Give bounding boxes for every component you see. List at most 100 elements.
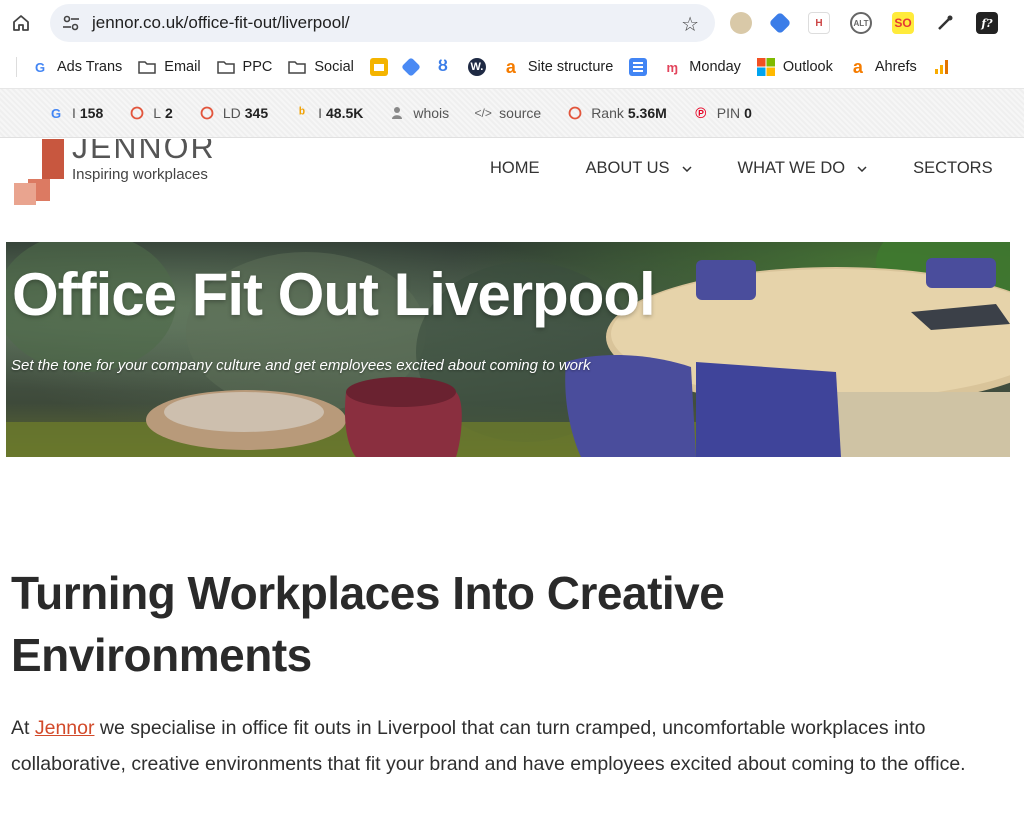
section-heading: Turning Workplaces Into Creative Environ…: [11, 567, 725, 681]
nav-what-we-do[interactable]: WHAT WE DO: [738, 159, 868, 178]
cookie-extension-icon[interactable]: [730, 12, 752, 34]
monday-icon: ɱ: [666, 59, 679, 75]
seo-value: 0: [744, 105, 752, 121]
site-header: JENNOR Inspiring workplaces HOME ABOUT U…: [0, 139, 1024, 241]
bookmark-tag-manager[interactable]: [400, 52, 421, 82]
chevron-down-icon: [857, 164, 867, 174]
logo-wordmark: JENNOR: [72, 139, 216, 165]
htag-extension-icon[interactable]: H: [808, 12, 830, 34]
bookmark-monday[interactable]: ɱ Monday: [663, 52, 741, 82]
seo-label: whois: [413, 105, 450, 121]
extensions-area: H ALT SO f?: [730, 8, 1018, 38]
bookmark-label: Email: [164, 59, 201, 75]
bookmark-ahrefs[interactable]: a Ahrefs: [849, 52, 917, 82]
seo-toolbar: G I 158 L2 LD 345 ᵇ I 48.5K whois </> sourc…: [0, 88, 1024, 138]
seo-value: 158: [79, 105, 104, 121]
nav-label: ABOUT US: [585, 159, 670, 177]
folder-icon: [216, 58, 235, 76]
google-icon: G: [34, 59, 46, 75]
bookmark-folder-ppc[interactable]: PPC: [216, 52, 272, 82]
bookmark-docs[interactable]: [629, 52, 648, 82]
folder-icon: [288, 58, 307, 76]
bookmarks-divider: [16, 57, 17, 77]
tag-extension-icon[interactable]: [768, 11, 792, 35]
para-text: At: [11, 717, 35, 739]
hero-subtitle: Set the tone for your company culture an…: [11, 357, 591, 374]
site-logo[interactable]: JENNOR Inspiring workplaces: [14, 139, 214, 209]
bookmark-label: Site structure: [527, 59, 614, 75]
pinterest-icon: ℗: [695, 104, 707, 122]
url-text[interactable]: jennor.co.uk/office-fit-out/liverpool/: [92, 13, 350, 33]
bookmark-site-structure[interactable]: a Site structure: [502, 52, 613, 82]
tag-manager-icon: [400, 57, 421, 77]
nav-home[interactable]: HOME: [490, 159, 540, 178]
bookmark-folder-email[interactable]: Email: [138, 52, 201, 82]
slides-icon: [369, 58, 388, 76]
home-icon[interactable]: [9, 11, 33, 35]
seo-value: 345: [244, 105, 269, 121]
circle-icon: [567, 105, 583, 121]
seo-whois[interactable]: whois: [389, 105, 449, 121]
hero-banner: Office Fit Out Liverpool Set the tone fo…: [6, 242, 1010, 457]
bookmark-label: Ahrefs: [874, 59, 917, 75]
nav-sectors[interactable]: SECTORS: [913, 159, 992, 178]
code-icon: </>: [474, 106, 492, 120]
color-picker-icon[interactable]: [934, 12, 956, 34]
seo-prefix: LD: [222, 105, 241, 121]
seo-bing[interactable]: ᵇ I 48.5K: [294, 104, 364, 122]
bing-icon: ᵇ: [299, 104, 306, 122]
w-icon: W.: [467, 58, 486, 76]
nav-label: WHAT WE DO: [737, 159, 846, 177]
bookmark-link[interactable]: ȣ: [434, 52, 452, 82]
bookmark-label: Ads Trans: [57, 59, 123, 75]
chevron-down-icon: [682, 164, 692, 174]
intro-paragraph: At Jennor we specialise in office fit ou…: [11, 710, 1011, 782]
seo-rank[interactable]: Rank 5.36M: [567, 105, 667, 121]
jennor-link[interactable]: Jennor: [35, 717, 95, 739]
a-icon: a: [852, 56, 863, 77]
seo-source[interactable]: </> source: [474, 105, 542, 121]
seo-links[interactable]: L2: [129, 105, 173, 121]
seo-value: 5.36M: [627, 105, 667, 121]
seo-prefix: I: [318, 105, 322, 121]
address-bar[interactable]: jennor.co.uk/office-fit-out/liverpool/ ☆: [50, 4, 715, 42]
bookmark-ads-trans[interactable]: G Ads Trans: [31, 52, 122, 82]
bookmark-label: Outlook: [782, 59, 833, 75]
seo-value: 48.5K: [326, 105, 364, 121]
seo-link-domains[interactable]: LD 345: [199, 105, 268, 121]
bookmark-w[interactable]: W.: [467, 52, 486, 82]
bookmark-outlook[interactable]: Outlook: [756, 52, 833, 82]
bookmark-label: Social: [314, 59, 354, 75]
seo-label: source: [499, 105, 542, 121]
site-info-icon[interactable]: [62, 14, 80, 32]
bookmark-label: Monday: [689, 59, 741, 75]
circle-icon: [199, 105, 215, 121]
seo-prefix: L: [153, 105, 162, 121]
seo-extension-icon[interactable]: SO: [892, 12, 914, 34]
microsoft-icon: [756, 58, 775, 76]
browser-address-row: jennor.co.uk/office-fit-out/liverpool/ ☆…: [0, 0, 1024, 46]
bookmark-folder-social[interactable]: Social: [288, 52, 354, 82]
seo-value: 2: [165, 105, 173, 121]
para-text: we specialise in office fit outs in Live…: [11, 717, 966, 775]
logo-tagline: Inspiring workplaces: [72, 166, 208, 183]
seo-prefix: I: [72, 105, 76, 121]
font-extension-icon[interactable]: f?: [976, 12, 998, 34]
seo-pin[interactable]: ℗ PIN 0: [693, 104, 752, 122]
person-icon: [389, 105, 405, 121]
circle-icon: [129, 105, 145, 121]
a-icon: a: [505, 56, 516, 77]
seo-google-index[interactable]: G I 158: [48, 105, 103, 121]
logo-mark-icon: [14, 139, 64, 205]
bookmark-slides[interactable]: [369, 52, 388, 82]
analytics-icon: [933, 58, 951, 76]
google-icon: G: [50, 105, 62, 121]
seo-prefix: PIN: [716, 105, 741, 121]
link-icon: ȣ: [437, 58, 448, 75]
bookmark-star-icon[interactable]: ☆: [681, 12, 699, 37]
alt-checker-icon[interactable]: ALT: [850, 12, 872, 34]
nav-about-us[interactable]: ABOUT US: [586, 159, 692, 178]
bookmark-analytics[interactable]: [933, 52, 951, 82]
hero-title: Office Fit Out Liverpool: [12, 261, 656, 328]
nav-label: SECTORS: [913, 159, 993, 177]
